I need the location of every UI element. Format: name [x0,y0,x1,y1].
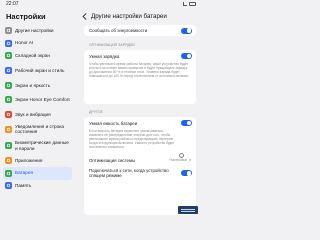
display-icon [5,81,12,89]
battery-settings-panel: Другие настройки батареи Сообщать об эне… [76,9,200,217]
section-other-title: ДРУГОЕ [89,110,103,114]
sidebar-item-label: Экран Honor Eye Comfort [15,97,70,103]
sidebar-item-label: Экран и яркость [15,82,51,88]
connect-row[interactable]: Подключаться к сети, когда устройство сп… [84,166,196,180]
bell-icon [5,125,12,133]
system-optimization-value-text: Настройки [169,158,187,163]
gear-icon [5,26,12,34]
storage-icon [5,182,12,190]
section-optimization-title: ОПТИМИЗАЦИЯ ЗАРЯДКИ [89,43,135,47]
panel-header: Другие настройки батареи [76,11,200,21]
smart-capacity-toggle[interactable] [181,120,192,126]
sidebar-item-label: Батарея [15,170,34,176]
sidebar-item-label: Рабочий экран и стиль [15,67,65,73]
smart-charge-label: Умная зарядка [89,53,120,59]
watermark-logo [178,206,198,214]
status-icons [183,2,196,6]
energy-row[interactable]: Сообщать об энергоемкости [84,25,196,36]
sidebar-item[interactable]: Рабочий экран и стиль [3,62,72,79]
energy-label: Сообщать об энергоемкости [89,28,148,33]
sidebar-item[interactable]: Экран и яркость [3,79,72,92]
settings-sidebar: Настройки Другие настройки Honor AI Складн… [0,9,74,217]
signal-icon [183,2,187,6]
sidebar-item-label: Приложения [15,157,43,163]
sidebar-item[interactable]: Складной экран [3,50,72,63]
status-time: 22:07 [6,1,19,7]
energy-toggle[interactable] [181,27,192,34]
sidebar-item[interactable]: Экран Honor Eye Comfort [3,92,72,109]
sidebar-item[interactable]: Honor AI [3,37,72,50]
sidebar-item[interactable]: Уведомления и строка состояния [3,121,72,138]
energy-card: Сообщать об энергоемкости [84,25,196,36]
smart-capacity-desc: Если емкость батареи перестает увеличива… [89,129,175,150]
smart-charge-row[interactable]: Умная зарядка [84,50,196,62]
sidebar-item[interactable]: Батарея [3,166,72,180]
sidebar-item[interactable]: Другие настройки [3,24,72,37]
connect-toggle[interactable] [181,170,192,177]
system-optimization-value: Настройки [169,158,192,162]
sidebar-item-label: Память [15,183,32,189]
smart-charge-toggle[interactable] [181,53,192,59]
home-icon [5,67,12,75]
system-optimization-label: Оптимизация системы [89,157,136,163]
key-icon [5,142,12,150]
page-title: Другие настройки батареи [91,12,167,20]
ai-icon [5,39,12,47]
sidebar-item-label: Складной экран [15,53,50,59]
smart-charge-card: Умная зарядка Чтобы увеличить время рабо… [84,50,196,104]
battery-status-icon [189,2,196,6]
sidebar-list: Другие настройки Honor AI Складной экран Ра… [3,24,72,192]
back-arrow-icon[interactable] [79,11,89,21]
other-card: Умная емкость батареи Если емкость батар… [84,117,196,215]
eye-icon [5,96,12,104]
smart-charge-desc: Чтобы увеличить время работы батареи, ва… [89,62,189,79]
status-bar: 22:07 [0,0,200,9]
sidebar-item-label: Honor AI [15,40,34,46]
sidebar-item-label: Уведомления и строка состояния [15,123,64,135]
smart-capacity-row[interactable]: Умная емкость батареи [84,117,196,129]
sidebar-item-label: Другие настройки [15,27,54,33]
sidebar-title: Настройки [6,12,46,21]
sidebar-item[interactable]: Память [3,180,72,193]
sidebar-item[interactable]: Звук и вибрация [3,108,72,121]
system-optimization-row[interactable]: Оптимизация системы Настройки [84,154,196,166]
connect-label: Подключаться к сети, когда устройство сп… [89,168,169,179]
chevron-right-icon [189,158,192,162]
smart-capacity-label: Умная емкость батареи [89,120,138,126]
sidebar-item[interactable]: Биометрические данные и пароли [3,137,72,154]
battery-icon [5,169,12,177]
apps-icon [5,156,12,164]
sound-icon [5,111,12,119]
sidebar-item-label: Биометрические данные и пароли [15,140,69,151]
sidebar-item[interactable]: Приложения [3,154,72,167]
fold-icon [5,52,12,60]
sidebar-item-label: Звук и вибрация [15,111,51,117]
